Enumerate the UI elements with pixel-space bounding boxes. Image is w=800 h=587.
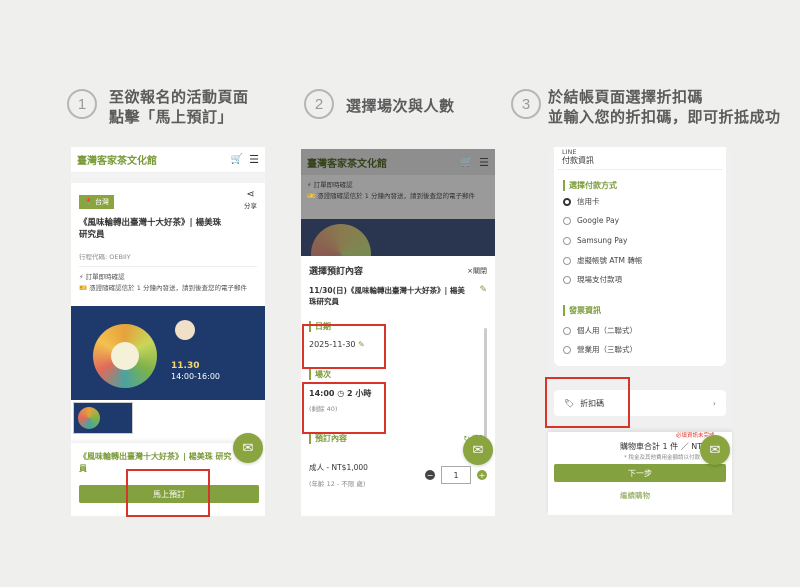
- step-2-title: 選擇場次與人數: [346, 97, 455, 115]
- radio[interactable]: [563, 275, 571, 284]
- event-code: 行程代碼: OEBIIY: [79, 253, 131, 261]
- chevron-right-icon: ›: [712, 398, 716, 408]
- voucher-note: 🎫 憑證隨確認信於 1 分鐘內發送，請到後查您的電子郵件: [79, 284, 247, 292]
- close-button[interactable]: ×關閉: [467, 266, 487, 276]
- share-icon[interactable]: ⋖: [244, 189, 257, 200]
- quantity-input[interactable]: 1: [441, 466, 471, 484]
- sheet-title: 選擇預訂內容: [309, 267, 364, 277]
- lightning-icon: ⚡: [307, 181, 314, 189]
- invoice-business[interactable]: 營業用（三聯式）: [563, 344, 637, 355]
- brand-title[interactable]: 臺灣客家茶文化館: [77, 152, 157, 167]
- phone-1-event-page: 臺灣客家茶文化館 🛒 ☰ 📍 台灣 ⋖ 分享 《風味輪轉出臺灣十大好茶》| 楊美…: [71, 147, 265, 516]
- decrease-qty-button[interactable]: −: [425, 470, 435, 480]
- radio[interactable]: [563, 256, 571, 265]
- ticket-name: 成人 - NT$1,000: [309, 463, 368, 472]
- highlight-session: [302, 382, 386, 434]
- next-step-button[interactable]: 下一步: [554, 464, 726, 482]
- cart-icon[interactable]: 🛒: [231, 154, 243, 165]
- instant-confirm: ⚡ 訂單即時確認: [307, 181, 353, 189]
- highlight-discount: [545, 377, 630, 428]
- step-1-title: 至欲報名的活動頁面 點擊「馬上預訂」: [109, 88, 249, 126]
- continue-shopping-link[interactable]: 繼續購物: [620, 490, 650, 501]
- share-label[interactable]: 分享: [244, 200, 257, 210]
- ticket-icon: 🎫: [307, 192, 318, 200]
- step-3-title: 於結帳頁面選擇折扣碼 並輸入您的折扣碼，即可折抵成功: [548, 88, 781, 126]
- payment-info-title: 付款資訊: [562, 156, 594, 165]
- location-tag: 📍 台灣: [79, 195, 114, 209]
- method-onsite[interactable]: 現場支付款項: [563, 274, 622, 285]
- cart-icon[interactable]: 🛒: [461, 157, 473, 168]
- radio-selected[interactable]: [563, 197, 571, 206]
- mail-icon: ✉: [472, 442, 484, 458]
- increase-qty-button[interactable]: +: [477, 470, 487, 480]
- radio[interactable]: [563, 236, 571, 245]
- event-banner: 11.30 14:00-16:00: [71, 306, 265, 400]
- mail-fab-2[interactable]: ✉: [463, 435, 493, 465]
- radio[interactable]: [563, 345, 571, 354]
- lightning-icon: ⚡: [79, 273, 86, 281]
- mail-icon: ✉: [709, 442, 721, 458]
- method-samsung-pay[interactable]: Samsung Pay: [563, 236, 627, 245]
- session-label: 場次: [309, 369, 487, 380]
- edit-icon[interactable]: ✎: [479, 285, 487, 307]
- voucher-note: 🎫 憑證隨確認信於 1 分鐘內發送，請到後查您的電子郵件: [307, 192, 475, 200]
- method-atm[interactable]: 虛擬帳號 ATM 轉帳: [563, 255, 642, 266]
- payment-method-label: 選擇付款方式: [563, 180, 617, 191]
- mail-icon: ✉: [242, 440, 254, 456]
- tax-note: * 稅金及其他費用金額請以付款: [624, 455, 700, 461]
- radio[interactable]: [563, 216, 571, 225]
- menu-icon[interactable]: ☰: [479, 156, 489, 169]
- selected-event: 11/30(日)《風味輪轉出臺灣十大好茶》| 楊美珠研究員: [309, 286, 465, 306]
- cart-total: 購物車合計 1 件 ／ NT: [620, 442, 703, 451]
- event-title: 《風味輪轉出臺灣十大好茶》| 楊美珠 研究員: [79, 218, 222, 240]
- method-google-pay[interactable]: Google Pay: [563, 216, 619, 225]
- highlight-date: [302, 324, 386, 369]
- ticket-age-note: (年齡 12 - 不限 歲): [309, 480, 366, 488]
- mail-fab-1[interactable]: ✉: [233, 433, 263, 463]
- content-label: 預訂內容: [309, 433, 347, 444]
- ticket-icon: 🎫: [79, 284, 90, 292]
- invoice-label: 發票資訊: [563, 305, 601, 316]
- instant-confirm: ⚡ 訂單即時確認: [79, 273, 125, 281]
- scrollbar[interactable]: [484, 328, 487, 438]
- step-3-circle: 3: [511, 89, 541, 119]
- step-2-circle: 2: [304, 89, 334, 119]
- radio[interactable]: [563, 326, 571, 335]
- mail-fab-3[interactable]: ✉: [700, 435, 730, 465]
- event-banner-dimmed: [301, 219, 495, 284]
- invoice-personal[interactable]: 個人用（二聯式）: [563, 325, 637, 336]
- menu-icon[interactable]: ☰: [249, 153, 259, 166]
- step-1-circle: 1: [67, 89, 97, 119]
- highlight-book-button: [126, 469, 210, 517]
- brand-title[interactable]: 臺灣客家茶文化館: [307, 155, 387, 170]
- thumbnail-strip[interactable]: [73, 402, 133, 434]
- method-credit-card[interactable]: 信用卡: [563, 196, 600, 207]
